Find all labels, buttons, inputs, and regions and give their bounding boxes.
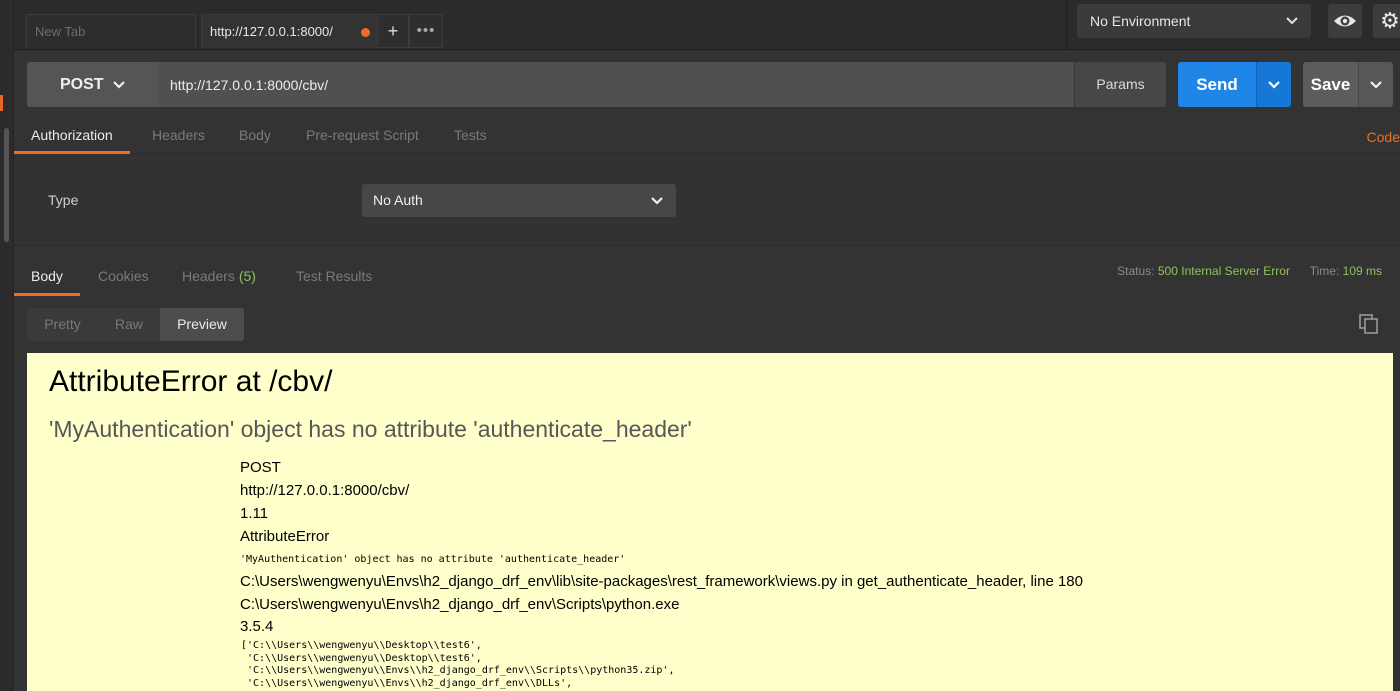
view-pretty[interactable]: Pretty [27,308,98,341]
tab-tests[interactable]: Tests [454,118,487,154]
chevron-down-icon [1285,4,1299,50]
save-button[interactable]: Save [1303,62,1358,107]
view-preview[interactable]: Preview [160,308,244,341]
left-sidebar-strip [0,0,14,691]
request-section-tabs: Authorization Headers Body Pre-request S… [14,118,1400,154]
eye-icon [1334,15,1356,27]
tab-label: Headers [182,268,235,284]
tab-label: New Tab [35,24,86,39]
copy-icon[interactable] [1359,314,1379,334]
tab-response-headers[interactable]: Headers (5) [182,258,256,296]
tab-label: http://127.0.0.1:8000/ [210,24,333,39]
auth-type-select[interactable]: No Auth [362,184,676,217]
sidebar-scrollbar[interactable] [4,128,9,242]
gear-icon: ⚙ [1380,8,1400,33]
tab-pre-request-script[interactable]: Pre-request Script [306,118,419,154]
tab-headers[interactable]: Headers [152,118,205,154]
python-path-list: ['C:\\Users\\wengwenyu\\Desktop\\test6',… [241,640,674,690]
tab-test-results[interactable]: Test Results [296,258,372,296]
meta-value: 'MyAuthentication' object has no attribu… [240,554,626,565]
method-select[interactable]: POST [27,62,158,107]
chevron-down-icon [650,184,664,229]
error-subtitle: 'MyAuthentication' object has no attribu… [49,416,692,442]
environment-select[interactable]: No Environment [1077,4,1311,38]
send-options-button[interactable] [1256,62,1291,107]
meta-value: C:\Users\wengwenyu\Envs\h2_django_drf_en… [240,573,1083,590]
tab-authorization[interactable]: Authorization [14,118,130,154]
tab-cookies[interactable]: Cookies [98,258,149,296]
more-tabs-button[interactable]: ••• [409,14,443,48]
meta-value: 3.5.4 [240,618,274,635]
view-raw[interactable]: Raw [98,308,160,341]
time-label: Time: [1309,264,1340,278]
settings-button[interactable]: ⚙ [1373,4,1400,38]
meta-value: POST [240,459,281,476]
meta-value: 1.11 [240,505,269,522]
auth-type-label: Type [48,192,79,208]
meta-value: AttributeError [240,528,330,545]
view-mode-toggle: Pretty Raw Preview [27,308,244,341]
python-path-line: ['C:\\Users\\wengwenyu\\Desktop\\test6', [241,640,482,651]
python-path-line: 'C:\\Users\\wengwenyu\\Desktop\\test6', [241,652,482,664]
status-value: 500 Internal Server Error [1157,264,1290,278]
send-button[interactable]: Send [1178,62,1256,107]
add-tab-button[interactable]: + [377,14,409,48]
meta-value: http://127.0.0.1:8000/cbv/ [240,482,410,499]
environment-bar: No Environment ⚙ [1066,0,1400,50]
chevron-down-icon [112,62,126,125]
tab-body[interactable]: Body [239,118,271,154]
environment-selected-value: No Environment [1090,13,1191,29]
chevron-down-icon [1268,81,1280,89]
auth-type-value: No Auth [373,192,423,208]
tab-active-request[interactable]: http://127.0.0.1:8000/ [201,14,383,48]
python-path-line: 'C:\\Users\\wengwenyu\\Envs\\h2_django_d… [241,677,573,689]
python-path-line: 'C:\\Users\\wengwenyu\\Envs\\h2_django_d… [241,665,675,676]
tab-new-tab[interactable]: New Tab [26,14,196,48]
response-section-tabs: Body Cookies Headers (5) Test Results St… [14,258,1400,296]
unsaved-dot-icon [361,28,370,37]
request-tab-bar: New Tab http://127.0.0.1:8000/ + ••• [14,0,1066,50]
code-link[interactable]: Code [1367,118,1400,156]
error-title: AttributeError at /cbv/ [49,365,333,398]
method-value: POST [60,76,104,93]
authorization-panel: Type No Auth [14,154,1400,246]
params-button[interactable]: Params [1074,62,1166,107]
headers-count-badge: (5) [238,268,256,284]
save-options-button[interactable] [1358,62,1393,107]
status-label: Status: [1117,264,1155,278]
chevron-down-icon [1370,81,1382,89]
response-preview: AttributeError at /cbv/ 'MyAuthenticatio… [27,353,1393,691]
sidebar-active-marker [0,95,3,111]
url-input[interactable] [158,62,1074,107]
tab-response-body[interactable]: Body [14,258,80,296]
time-value: 109 ms [1342,264,1382,278]
response-meta: Status: 500 Internal Server Error Time: … [1117,258,1382,285]
environment-quick-look-button[interactable] [1328,4,1362,38]
meta-value: C:\Users\wengwenyu\Envs\h2_django_drf_en… [240,596,680,613]
